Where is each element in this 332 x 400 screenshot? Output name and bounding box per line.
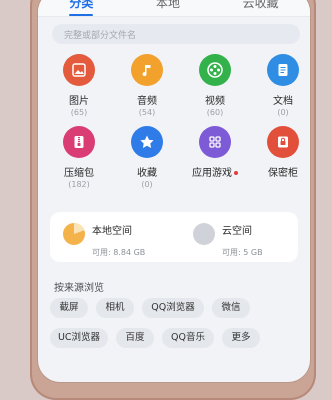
pie-chart-icon <box>63 223 85 245</box>
tab-local[interactable]: 本地 <box>146 0 190 16</box>
category-apps-games[interactable]: 应用游戏 <box>184 126 246 180</box>
category-count: (65) <box>70 108 88 117</box>
tab-category[interactable]: 分类 <box>59 0 103 16</box>
category-label: 音频 <box>137 96 157 107</box>
category-images[interactable]: 图片 (65) <box>48 54 110 117</box>
local-storage-name: 本地空间 <box>92 226 132 237</box>
source-chip-uc-browser[interactable]: UC浏览器 <box>50 328 108 348</box>
source-chip-qq-browser[interactable]: QQ浏览器 <box>142 298 204 318</box>
source-chip-camera[interactable]: 相机 <box>96 298 134 318</box>
category-video[interactable]: 视频 (60) <box>184 54 246 117</box>
category-label: 收藏 <box>137 168 157 179</box>
video-icon <box>199 54 231 86</box>
document-icon <box>267 54 299 86</box>
cloud-storage-name: 云空间 <box>222 226 252 237</box>
category-label: 保密柜 <box>268 168 298 179</box>
storage-card: 本地空间 可用: 8.84 GB 云空间 可用: 5 GB <box>50 212 298 262</box>
category-label-wrap: 应用游戏 <box>184 164 246 179</box>
safe-icon <box>267 126 299 158</box>
category-count: (0) <box>141 180 153 189</box>
apps-icon <box>199 126 231 158</box>
category-label: 应用游戏 <box>192 168 232 179</box>
source-chip-qq-music[interactable]: QQ音乐 <box>162 328 214 348</box>
category-label: 压缩包 <box>64 168 94 179</box>
category-label: 视频 <box>205 96 225 107</box>
local-storage[interactable]: 本地空间 可用: 8.84 GB <box>62 222 145 258</box>
music-icon <box>131 54 163 86</box>
category-count: (0) <box>277 108 289 117</box>
source-chip-wechat[interactable]: 微信 <box>212 298 250 318</box>
source-chip-baidu[interactable]: 百度 <box>116 328 154 348</box>
star-icon <box>131 126 163 158</box>
category-count: (54) <box>138 108 156 117</box>
image-icon <box>63 54 95 86</box>
cloud-usage-icon <box>193 223 215 245</box>
archive-icon <box>63 126 95 158</box>
category-label: 文档 <box>273 96 293 107</box>
tab-bar: 分类 本地 云收藏 <box>38 0 310 17</box>
cloud-storage[interactable]: 云空间 可用: 5 GB <box>192 222 263 258</box>
category-count: (182) <box>68 180 90 189</box>
phone-screen: 分类 本地 云收藏 完整或部分文件名 图片 (65) 音频 (54) 视频 (6… <box>38 0 310 382</box>
category-count: (60) <box>206 108 224 117</box>
category-documents[interactable]: 文档 (0) <box>252 54 310 117</box>
category-label: 图片 <box>69 96 89 107</box>
cloud-storage-available: 可用: 5 GB <box>222 248 263 257</box>
tab-cloud[interactable]: 云收藏 <box>233 0 289 16</box>
local-storage-available: 可用: 8.84 GB <box>92 248 146 257</box>
section-title: 按来源浏览 <box>54 283 104 294</box>
category-favorites[interactable]: 收藏 (0) <box>116 126 178 189</box>
search-input[interactable]: 完整或部分文件名 <box>52 24 300 44</box>
category-archives[interactable]: 压缩包 (182) <box>48 126 110 189</box>
source-chip-more[interactable]: 更多 <box>222 328 260 348</box>
search-placeholder: 完整或部分文件名 <box>64 30 137 41</box>
category-audio[interactable]: 音频 (54) <box>116 54 178 117</box>
new-indicator-dot <box>234 171 238 175</box>
source-chip-screenshot[interactable]: 截屏 <box>50 298 88 318</box>
category-safe[interactable]: 保密柜 <box>252 126 310 180</box>
